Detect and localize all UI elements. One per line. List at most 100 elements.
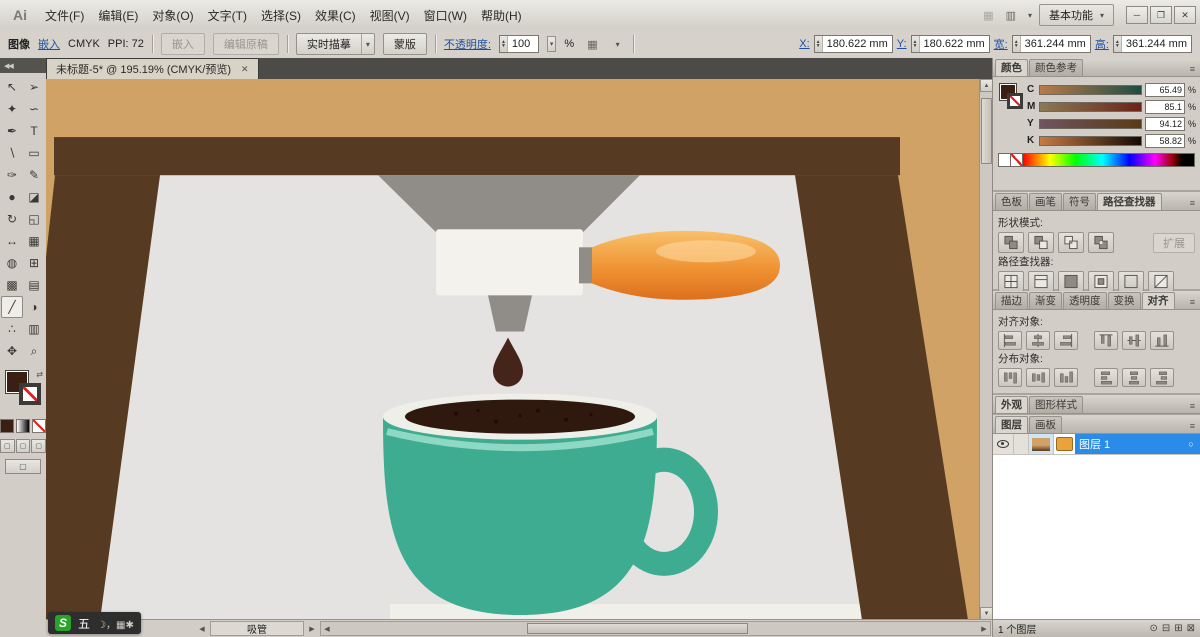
draw-behind-button[interactable]: ▢ xyxy=(15,439,31,453)
black-swatch[interactable] xyxy=(1182,154,1194,166)
channel-value-M[interactable]: 85.1 xyxy=(1144,99,1185,114)
dist-left-icon[interactable] xyxy=(1094,368,1118,387)
magic-wand-tool[interactable]: ✦ xyxy=(1,98,23,120)
layer-target-icon[interactable]: ○ xyxy=(1182,434,1200,454)
delete-layer-icon[interactable]: ⊠ xyxy=(1187,623,1195,634)
new-layer-icon[interactable]: ⊞ xyxy=(1174,623,1182,634)
bridge-icon[interactable]: ▦ xyxy=(978,9,998,22)
dist-right-icon[interactable] xyxy=(1150,368,1174,387)
scroll-right-icon[interactable]: ▶ xyxy=(978,625,990,633)
appearance-panel-tabs-tab-1[interactable]: 图形样式 xyxy=(1029,396,1083,413)
free-transform-tool[interactable]: ▦ xyxy=(23,230,45,252)
align-panel-tabs-tab-3[interactable]: 变换 xyxy=(1107,292,1141,309)
layer-name[interactable]: 图层 1 xyxy=(1075,434,1182,454)
dist-vcenter-icon[interactable] xyxy=(1026,368,1050,387)
document-tab[interactable]: 未标题-5* @ 195.19% (CMYK/预览) ✕ xyxy=(46,58,259,79)
crop-icon[interactable] xyxy=(1088,271,1114,292)
x-field-stepper[interactable]: ▲ ▼ xyxy=(814,36,823,52)
paintbrush-tool[interactable]: ✑ xyxy=(1,164,23,186)
align-panel-tabs-tab-1[interactable]: 渐变 xyxy=(1029,292,1062,309)
opacity-stepper[interactable]: ▲ ▼ xyxy=(499,36,508,52)
opacity-field[interactable]: ▲ ▼ 100 xyxy=(498,35,539,53)
channel-slider-M[interactable] xyxy=(1039,101,1142,112)
width-field-label[interactable]: 宽: xyxy=(994,36,1008,52)
live-trace-button[interactable]: 实时描摹 ▾ xyxy=(295,33,375,55)
panel-menu-icon[interactable]: ≡ xyxy=(1187,421,1198,433)
align-bottom-icon[interactable] xyxy=(1150,331,1174,350)
arrange-documents-icon[interactable]: ▥ xyxy=(1001,9,1021,22)
frame-beam-shape[interactable] xyxy=(54,137,900,176)
scroll-left-icon[interactable]: ◀ xyxy=(321,625,333,633)
width-tool[interactable]: ↔ xyxy=(1,230,23,252)
none-button[interactable] xyxy=(32,419,46,433)
hand-tool[interactable]: ✥ xyxy=(1,340,23,362)
opacity-caret-icon[interactable]: ▾ xyxy=(546,36,557,52)
edit-original-button[interactable]: 编辑原稿 xyxy=(212,33,279,55)
unite-icon[interactable] xyxy=(998,232,1024,253)
portafilter-shape[interactable] xyxy=(436,229,583,296)
menu-item-8[interactable]: 帮助(H) xyxy=(474,4,529,27)
blend-tool[interactable]: ◑ xyxy=(23,296,45,318)
channel-value-K[interactable]: 58.82 xyxy=(1144,133,1185,148)
horizontal-scroll-track[interactable] xyxy=(333,622,978,635)
eraser-tool[interactable]: ◪ xyxy=(23,186,45,208)
sogou-logo[interactable]: S xyxy=(55,615,71,631)
layer-row[interactable]: 图层 1 ○ xyxy=(993,434,1200,455)
spectrum-ramp[interactable] xyxy=(1023,154,1182,166)
minimize-button[interactable]: ─ xyxy=(1126,5,1148,24)
channel-slider-K[interactable] xyxy=(1039,135,1142,146)
line-tool[interactable]: ∖ xyxy=(1,142,23,164)
canvas[interactable] xyxy=(46,79,980,620)
embed-link[interactable]: 嵌入 xyxy=(38,36,60,52)
merge-icon[interactable] xyxy=(1058,271,1084,292)
status-field[interactable]: 吸管 xyxy=(210,621,304,636)
menu-item-0[interactable]: 文件(F) xyxy=(38,4,91,27)
align-left-icon[interactable] xyxy=(998,331,1022,350)
align-vcenter-icon[interactable] xyxy=(1122,331,1146,350)
outline-icon[interactable] xyxy=(1118,271,1144,292)
divide-icon[interactable] xyxy=(998,271,1024,292)
pathfinder-panel-tabs-tab-3[interactable]: 路径查找器 xyxy=(1097,193,1162,210)
eyedropper-tool[interactable]: ╱ xyxy=(1,296,23,318)
expand-button[interactable]: 扩展 xyxy=(1153,232,1195,253)
menu-item-2[interactable]: 对象(O) xyxy=(145,4,200,27)
lock-cell[interactable] xyxy=(1014,434,1029,454)
make-clip-mask-icon[interactable]: ⊙ xyxy=(1149,623,1157,634)
align-panel-tabs-tab-0[interactable]: 描边 xyxy=(995,292,1028,309)
moon-icon[interactable]: ☽ xyxy=(97,620,106,631)
menu-item-7[interactable]: 窗口(W) xyxy=(417,4,474,27)
height-field[interactable]: ▲ ▼ 361.244 mm xyxy=(1112,35,1192,53)
menu-item-3[interactable]: 文字(T) xyxy=(201,4,254,27)
align-right-icon[interactable] xyxy=(1054,331,1078,350)
height-field-stepper[interactable]: ▲ ▼ xyxy=(1113,36,1122,52)
pathfinder-panel-tabs-tab-0[interactable]: 色板 xyxy=(995,193,1028,210)
arrange-documents-caret-icon[interactable]: ▾ xyxy=(1023,11,1037,20)
menu-item-4[interactable]: 选择(S) xyxy=(254,4,308,27)
opacity-value[interactable]: 100 xyxy=(508,38,538,50)
menu-item-6[interactable]: 视图(V) xyxy=(363,4,417,27)
punctuation-icon[interactable]: ， xyxy=(106,620,116,631)
channel-value-Y[interactable]: 94.12 xyxy=(1144,116,1185,131)
panel-menu-icon[interactable]: ≡ xyxy=(1187,401,1198,413)
channel-slider-C[interactable] xyxy=(1039,84,1142,95)
close-tab-icon[interactable]: ✕ xyxy=(241,64,249,75)
symbol-sprayer-tool[interactable]: ∴ xyxy=(1,318,23,340)
reference-point-grid-icon[interactable]: ▦ xyxy=(582,38,602,51)
none-swatch[interactable] xyxy=(1011,154,1023,166)
align-top-icon[interactable] xyxy=(1094,331,1118,350)
panel-stroke-swatch[interactable] xyxy=(1007,93,1023,109)
channel-slider-Y[interactable] xyxy=(1039,118,1142,129)
pen-tool[interactable]: ✒ xyxy=(1,120,23,142)
width-field[interactable]: ▲ ▼ 361.244 mm xyxy=(1011,35,1091,53)
shape-builder-tool[interactable]: ◍ xyxy=(1,252,23,274)
intersect-icon[interactable] xyxy=(1058,232,1084,253)
menu-item-5[interactable]: 效果(C) xyxy=(308,4,363,27)
panel-menu-icon[interactable]: ≡ xyxy=(1187,198,1198,210)
y-field[interactable]: ▲ ▼ 180.622 mm xyxy=(910,35,990,53)
height-field-label[interactable]: 高: xyxy=(1095,36,1109,52)
minus-front-icon[interactable] xyxy=(1028,232,1054,253)
appearance-panel-tabs-tab-0[interactable]: 外观 xyxy=(995,396,1028,413)
horizontal-scrollbar[interactable]: ◀ ▶ xyxy=(320,621,991,636)
workspace-switcher-button[interactable]: 基本功能 ▾ xyxy=(1038,4,1114,26)
dist-hcenter-icon[interactable] xyxy=(1122,368,1146,387)
